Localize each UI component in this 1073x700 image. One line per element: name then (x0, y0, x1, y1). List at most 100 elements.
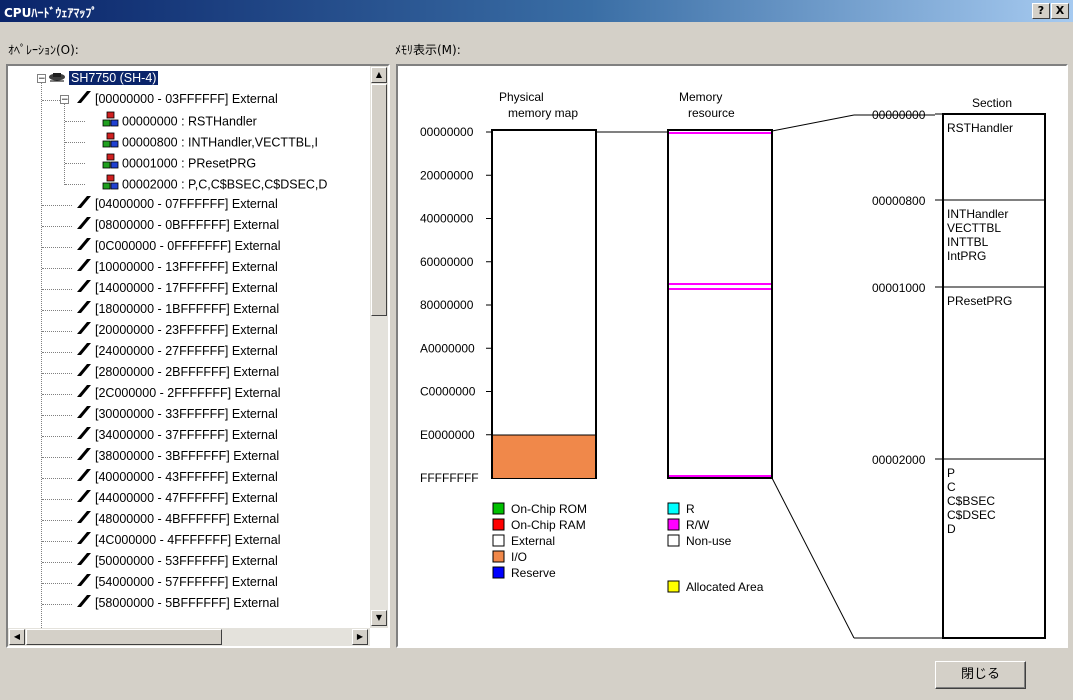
tree-line (42, 247, 72, 248)
horizontal-scrollbar[interactable]: ◀ ▶ (8, 628, 370, 646)
section-name: C$DSEC (947, 508, 996, 522)
tree-section-item[interactable]: 00000000 : RSTHandler (102, 111, 257, 129)
tree-line (42, 562, 72, 563)
resource-map-box[interactable] (667, 129, 773, 479)
scroll-down-icon[interactable]: ▼ (371, 610, 387, 626)
section-name: INTTBL (947, 235, 989, 249)
io-region[interactable] (493, 435, 595, 478)
window-title: CPUﾊｰﾄﾞｳｪｱﾏｯﾌﾟ (4, 6, 98, 20)
tree-line (42, 499, 72, 500)
section-address: 00002000 (872, 453, 926, 467)
memory-area-icon (76, 447, 92, 466)
operation-label: ｵﾍﾟﾚｰｼｮﾝ(O): (8, 43, 79, 57)
memory-map-diagram: Physical memory map 00000000 20000000 4000… (420, 90, 1046, 639)
section-map-box[interactable] (942, 113, 1046, 639)
tree-line (42, 457, 72, 458)
tree-area-item[interactable]: [04000000 - 07FFFFFF] External (76, 195, 278, 213)
collapse-root-icon[interactable]: − (37, 74, 46, 84)
physical-tick-label: FFFFFFFF (420, 471, 479, 485)
tree-area-item[interactable]: [08000000 - 0BFFFFFF] External (76, 216, 279, 234)
legend-label: On-Chip RAM (511, 518, 586, 532)
tree-line (42, 478, 72, 479)
legend-resource: R R/W Non-use (667, 502, 732, 548)
section-name: RSTHandler (947, 121, 1013, 135)
cpu-chip-icon (48, 70, 66, 88)
scroll-left-icon[interactable]: ◀ (9, 629, 25, 645)
section-icon (102, 132, 119, 154)
tree-line (42, 373, 72, 374)
tree-line (65, 163, 85, 164)
tree-area-item[interactable]: [38000000 - 3BFFFFFF] External (76, 447, 279, 465)
memory-area-icon (76, 216, 92, 235)
tree-area-item[interactable]: [24000000 - 27FFFFFF] External (76, 342, 278, 360)
close-button[interactable]: 閉じる (935, 661, 1026, 689)
memory-area-icon (76, 279, 92, 298)
tree-area-item[interactable]: [44000000 - 47FFFFFF] External (76, 489, 278, 507)
physical-tick-label: C0000000 (420, 385, 476, 399)
tree-line (42, 583, 72, 584)
tree-line (64, 95, 65, 185)
memory-display-label: ﾒﾓﾘ表示(M): (395, 43, 461, 57)
tree-area-item[interactable]: [00000000 - 03FFFFFF] External (76, 90, 278, 108)
legend-label: R/W (686, 518, 710, 532)
tree-area-item[interactable]: [40000000 - 43FFFFFF] External (76, 468, 278, 486)
tree-area-item[interactable]: [48000000 - 4BFFFFFF] External (76, 510, 279, 528)
tree-line (42, 415, 72, 416)
legend-physical: On-Chip ROM On-Chip RAM External I/O Reserve (492, 502, 587, 580)
memory-area-icon (76, 195, 92, 214)
memory-area-icon (76, 405, 92, 424)
tree-line (42, 289, 72, 290)
vertical-scrollbar[interactable]: ▲ ▼ (370, 66, 388, 628)
tree-area-item[interactable]: [54000000 - 57FFFFFF] External (76, 573, 278, 591)
tree-area-item[interactable]: [28000000 - 2BFFFFFF] External (76, 363, 279, 381)
legend-label: Non-use (686, 534, 732, 548)
tree-area-item[interactable]: [30000000 - 33FFFFFF] External (76, 405, 278, 423)
section-address: 00001000 (872, 281, 926, 295)
tree-area-item[interactable]: [58000000 - 5BFFFFFF] External (76, 594, 279, 612)
memory-map-panel: Physical memory map 00000000 20000000 4000… (396, 64, 1068, 648)
tree-line (42, 352, 72, 353)
section-address: 00000800 (872, 194, 926, 208)
tree-line (65, 121, 85, 122)
legend-swatch (667, 534, 680, 547)
legend-label: On-Chip ROM (511, 502, 587, 516)
connector-res-sec-bottom (771, 477, 855, 639)
tree-line (42, 226, 72, 227)
tree-line (65, 142, 85, 143)
memory-area-icon (76, 90, 92, 109)
scroll-h-thumb[interactable] (26, 629, 222, 645)
tree-root[interactable]: SH7750 (SH-4) (48, 69, 159, 88)
section-icon (102, 111, 119, 133)
memory-area-icon (76, 384, 92, 403)
physical-tick-label: 20000000 (420, 168, 474, 182)
tree-section-item[interactable]: 00002000 : P,C,C$BSEC,C$DSEC,D (102, 174, 327, 192)
tree-section-item[interactable]: 00000800 : INTHandler,VECTTBL,I (102, 132, 318, 150)
physical-tick-label: E0000000 (420, 428, 475, 442)
tree-line (42, 331, 72, 332)
help-button[interactable]: ? (1032, 3, 1050, 19)
tree-line (42, 310, 72, 311)
memory-area-icon (76, 594, 92, 613)
resource-title-2: resource (688, 106, 735, 120)
legend-allocated: Allocated Area (667, 580, 764, 594)
scroll-thumb[interactable] (371, 84, 387, 316)
operation-tree[interactable]: − SH7750 (SH-4) − [00000000 - 03FFFFFF] … (6, 64, 390, 648)
memory-area-icon (76, 468, 92, 487)
tree-area-item[interactable]: [34000000 - 37FFFFFF] External (76, 426, 278, 444)
tree-section-item[interactable]: 00001000 : PResetPRG (102, 153, 256, 171)
tree-area-item[interactable]: [18000000 - 1BFFFFFF] External (76, 300, 279, 318)
tree-line (42, 604, 72, 605)
tree-area-item[interactable]: [20000000 - 23FFFFFF] External (76, 321, 278, 339)
tree-area-item[interactable]: [50000000 - 53FFFFFF] External (76, 552, 278, 570)
tree-area-item[interactable]: [10000000 - 13FFFFFF] External (76, 258, 278, 276)
tree-area-item[interactable]: [14000000 - 17FFFFFF] External (76, 279, 278, 297)
collapse-area-icon[interactable]: − (60, 95, 69, 105)
physical-map-box[interactable] (491, 129, 597, 479)
tree-area-item[interactable]: [4C000000 - 4FFFFFFF] External (76, 531, 280, 549)
scroll-right-icon[interactable]: ▶ (352, 629, 368, 645)
window-close-button[interactable]: X (1051, 3, 1069, 19)
tree-area-item[interactable]: [2C000000 - 2FFFFFFF] External (76, 384, 280, 402)
scroll-up-icon[interactable]: ▲ (371, 67, 387, 83)
tree-area-item[interactable]: [0C000000 - 0FFFFFFF] External (76, 237, 280, 255)
physical-tick-label: A0000000 (420, 341, 475, 355)
